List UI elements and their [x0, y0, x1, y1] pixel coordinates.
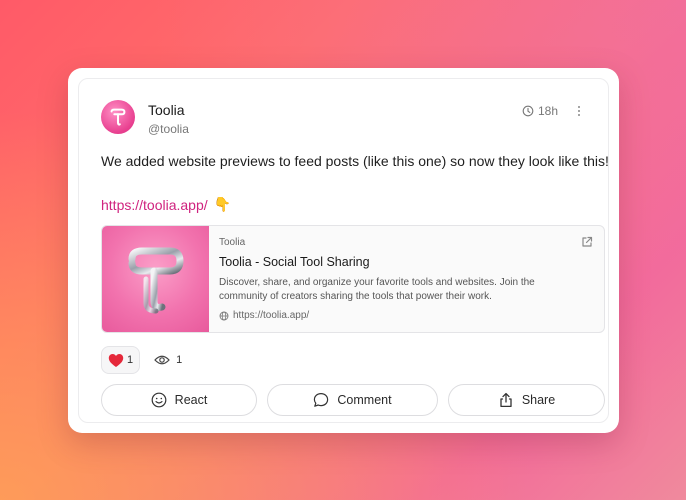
comment-button[interactable]: Comment [267, 384, 438, 416]
comment-label: Comment [337, 393, 392, 407]
preview-url-row: https://toolia.app/ [219, 310, 574, 321]
post-card-frame: Toolia @toolia 18h We added website prev… [68, 68, 619, 433]
post-meta: 18h [522, 104, 584, 118]
pointing-down-emoji: 👇 [213, 196, 232, 212]
post-card: Toolia @toolia 18h We added website prev… [78, 78, 609, 423]
action-bar: React Comment Share [101, 384, 605, 416]
preview-image [102, 226, 209, 332]
preview-site: Toolia [219, 237, 246, 248]
preview-description-line: community of creators sharing the tools … [219, 290, 492, 302]
share-label: Share [521, 393, 556, 407]
share-button[interactable]: Share [448, 384, 605, 416]
author-name[interactable]: Toolia [148, 102, 185, 118]
reaction-row: 1 1 [101, 346, 182, 374]
post-link[interactable]: https://toolia.app/ [101, 197, 208, 213]
view-count: 1 [176, 354, 183, 366]
preview-description: Discover, share, and organize your favor… [219, 276, 574, 303]
author-handle[interactable]: @toolia [148, 122, 189, 136]
preview-title[interactable]: Toolia - Social Tool Sharing [219, 255, 574, 269]
eye-icon [154, 355, 170, 365]
preview-info: Toolia Toolia - Social Tool Sharing Disc… [219, 237, 574, 321]
post-header: Toolia @toolia 18h [91, 91, 596, 136]
comment-bubble-icon [314, 393, 329, 407]
clock-icon [522, 105, 534, 117]
external-link-icon[interactable] [580, 235, 594, 249]
post-text: We added website previews to feed posts … [101, 153, 609, 169]
view-count-indicator: 1 [154, 354, 182, 366]
smile-icon [151, 392, 167, 408]
heart-count: 1 [127, 354, 134, 366]
react-button[interactable]: React [101, 384, 257, 416]
heart-reaction[interactable]: 1 [101, 346, 141, 374]
globe-icon [219, 311, 229, 320]
toolia-chrome-logo-icon [128, 247, 184, 314]
post-link-line: https://toolia.app/ 👇 [101, 196, 231, 213]
more-vertical-icon[interactable] [574, 104, 584, 118]
heart-icon [108, 353, 124, 367]
react-label: React [174, 393, 208, 407]
share-upload-icon [500, 392, 512, 408]
post-time: 18h [537, 104, 558, 118]
preview-description-line: Discover, share, and organize your favor… [219, 277, 535, 288]
preview-url: https://toolia.app/ [233, 310, 310, 321]
toolia-logo-icon [110, 108, 126, 126]
link-preview-card[interactable]: Toolia Toolia - Social Tool Sharing Disc… [101, 225, 605, 333]
avatar[interactable] [101, 100, 135, 134]
